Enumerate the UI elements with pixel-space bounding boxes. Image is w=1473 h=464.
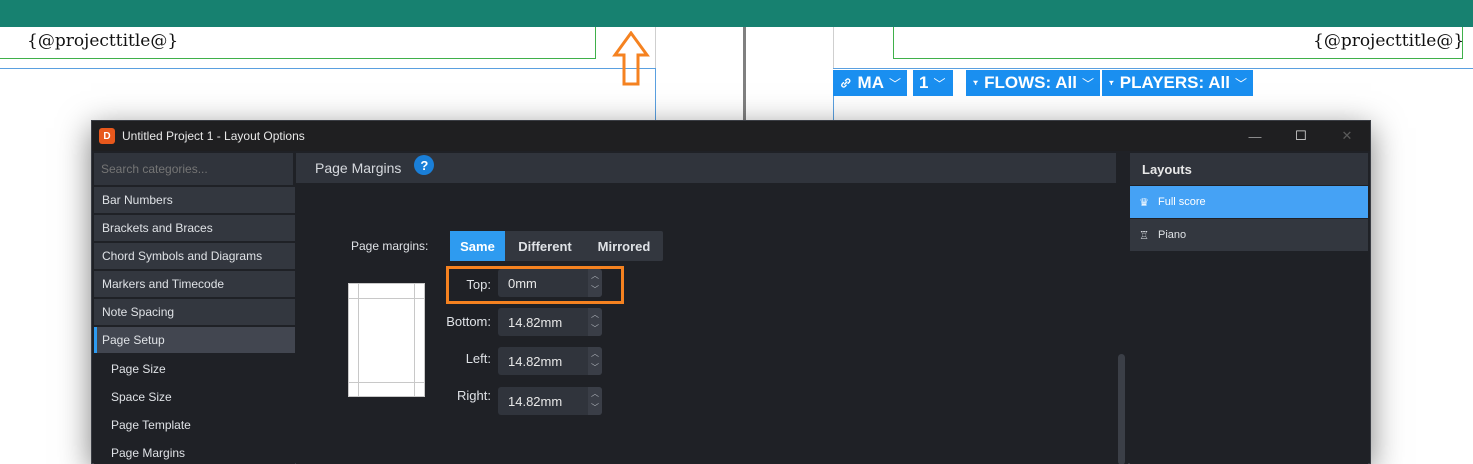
up-arrow-annotation [612,31,650,86]
margin-guide [0,68,655,69]
frame-guide [0,58,596,59]
minimize-button[interactable]: — [1232,121,1278,151]
section-title: Page Margins [315,160,402,176]
chip-one-label: 1 [919,73,929,92]
right-margin-stepper[interactable]: ︿ ﹀ [588,387,602,415]
layout-item-full-score[interactable]: ♛ Full score [1130,186,1368,218]
bottom-margin-value: 14.82mm [508,314,563,330]
score-project-title-left: {@projecttitle@} [27,31,179,51]
top-field-highlight [446,266,624,304]
chip-flows-filter[interactable]: FLOWS: All ﹀ [966,70,1100,96]
left-margin-value: 14.82mm [508,353,563,369]
close-button[interactable]: ✕ [1324,121,1370,151]
page-margins-segmented-control: Same Different Mirrored [450,231,663,261]
dorico-app-icon: D [99,128,115,144]
category-brackets-and-braces[interactable]: Brackets and Braces [94,215,295,241]
page-margin-preview [348,283,425,397]
search-categories-input[interactable] [94,153,293,185]
full-score-icon: ♛ [1139,196,1149,209]
margin-guide [833,68,1473,69]
layouts-panel: Layouts ♛ Full score ♖ Piano [1130,153,1368,464]
chevron-down-icon: ﹀ [1234,76,1247,91]
frame-guide [595,27,596,59]
maximize-button[interactable]: ☐ [1278,121,1324,151]
layout-item-label: Piano [1158,229,1187,241]
layout-options-dialog: D Untitled Project 1 - Layout Options — … [91,120,1371,464]
chip-players-filter[interactable]: PLAYERS: All ﹀ [1102,70,1253,96]
right-margin-field[interactable]: 14.82mm ︿ ﹀ [498,387,602,415]
link-icon [841,78,851,88]
margin-guide [655,68,656,120]
page-margins-label: Page margins: [351,239,429,253]
chip-players-label: PLAYERS: All [1119,73,1230,92]
right-margin-value: 14.82mm [508,393,563,409]
segment-different[interactable]: Different [505,231,585,261]
options-scrollbar-thumb[interactable] [1118,354,1125,464]
subcategory-page-size[interactable]: Page Size [94,355,295,383]
category-markers-and-timecode[interactable]: Markers and Timecode [94,271,295,297]
category-note-spacing[interactable]: Note Spacing [94,299,295,325]
section-header: Page Margins ? [296,153,1116,183]
window-controls: — ☐ ✕ [1232,121,1370,151]
subcategory-page-margins[interactable]: Page Margins [94,439,295,464]
left-margin-stepper[interactable]: ︿ ﹀ [588,347,602,375]
layout-item-label: Full score [1158,196,1206,208]
page-edge [833,27,834,68]
category-chord-symbols[interactable]: Chord Symbols and Diagrams [94,243,295,269]
score-header-bar [0,0,1473,27]
margin-guide [833,96,834,120]
help-icon[interactable]: ? [414,155,435,175]
chevron-down-icon: ﹀ [1081,76,1094,91]
left-margin-field[interactable]: 14.82mm ︿ ﹀ [498,347,602,375]
preview-margin-line [349,382,424,383]
page-divider [743,27,746,120]
category-bar-numbers[interactable]: Bar Numbers [94,187,295,213]
layouts-header: Layouts [1130,153,1368,185]
preview-margin-line [349,298,424,299]
segment-same[interactable]: Same [450,231,505,261]
filter-icon [1108,80,1114,86]
chip-ma-label: MA [857,73,884,92]
score-project-title-right: {@projecttitle@} [1313,31,1465,51]
right-margin-label: Right: [457,388,491,403]
dialog-title: Untitled Project 1 - Layout Options [122,129,305,143]
chevron-down-icon: ﹀ [888,76,901,91]
category-page-setup[interactable]: Page Setup [94,327,295,353]
subcategory-page-template[interactable]: Page Template [94,411,295,439]
dialog-titlebar[interactable]: D Untitled Project 1 - Layout Options — … [92,121,1370,151]
bottom-margin-field[interactable]: 14.82mm ︿ ﹀ [498,308,602,336]
part-icon: ♖ [1139,229,1149,242]
bottom-margin-label: Bottom: [446,314,491,329]
frame-guide [893,58,1463,59]
filter-icon [972,80,979,86]
chevron-down-icon: ﹀ [933,76,946,91]
options-panel: Page Margins ? Page margins: Same Differ… [296,153,1116,464]
categories-sidebar: Bar Numbers Brackets and Braces Chord Sy… [94,153,295,464]
subcategory-space-size[interactable]: Space Size [94,383,295,411]
segment-mirrored[interactable]: Mirrored [585,231,663,261]
chip-flows-label: FLOWS: All [984,73,1077,92]
chip-bar-display[interactable]: MA ﹀ [833,70,907,96]
page-edge [655,27,656,68]
left-margin-label: Left: [465,351,491,366]
frame-guide [893,27,894,59]
chip-one[interactable]: 1 ﹀ [913,70,953,96]
preview-margin-line [358,284,359,396]
bottom-margin-stepper[interactable]: ︿ ﹀ [588,308,602,336]
preview-margin-line [414,284,415,396]
layout-item-piano[interactable]: ♖ Piano [1130,219,1368,251]
frame-guide [1462,27,1463,59]
